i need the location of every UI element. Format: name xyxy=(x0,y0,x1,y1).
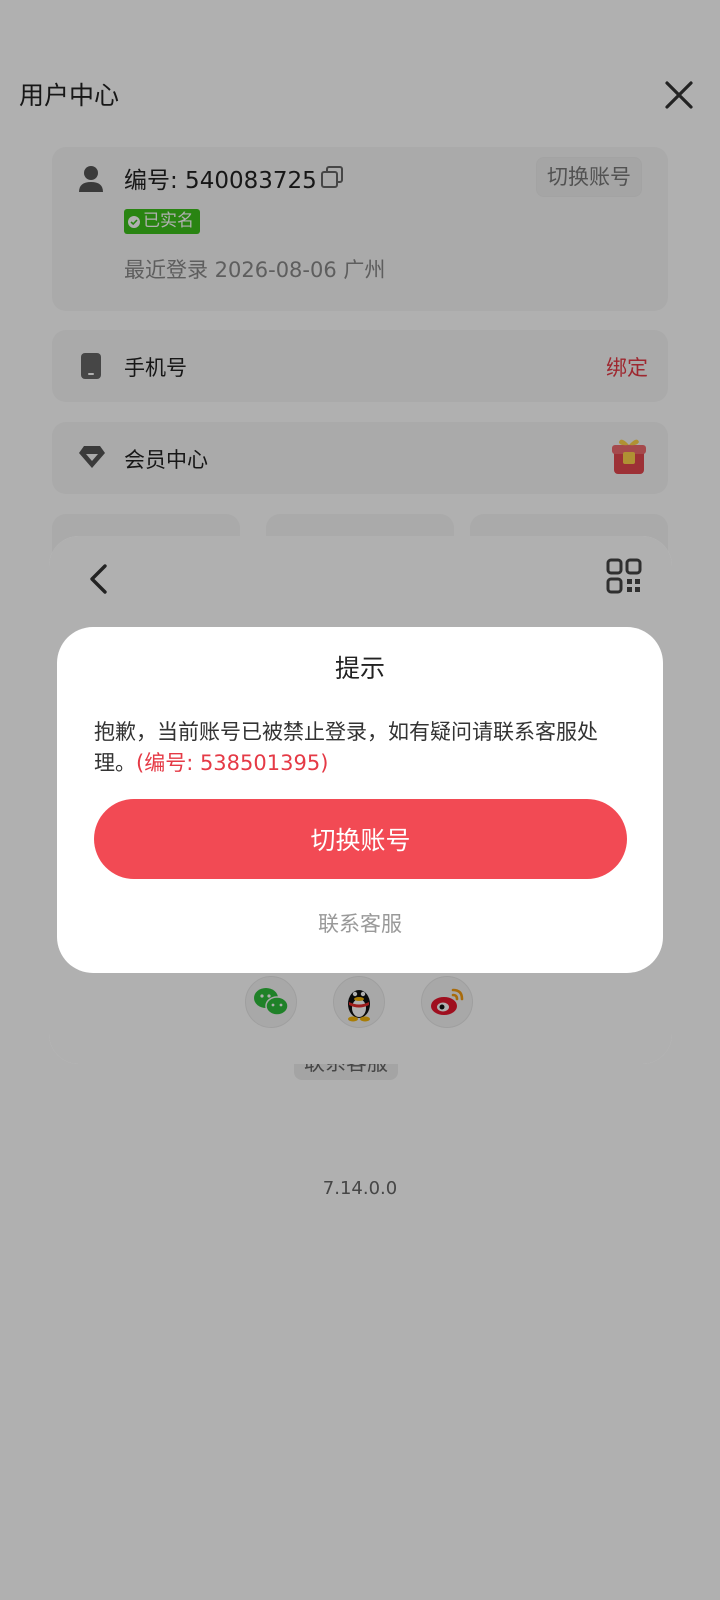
wechat-icon xyxy=(254,988,289,1016)
dialog-title: 提示 xyxy=(334,654,385,683)
wechat-login-button[interactable] xyxy=(245,976,297,1028)
weibo-icon xyxy=(431,988,464,1015)
contact-service-link[interactable]: 联系客服 xyxy=(57,908,663,938)
weibo-login-button[interactable] xyxy=(421,976,473,1028)
dialog-message: 抱歉，当前账号已被禁止登录，如有疑问请联系客服处理。(编号: 538501395… xyxy=(94,717,634,779)
dialog-account-code: (编号: 538501395) xyxy=(136,751,329,775)
qq-login-button[interactable] xyxy=(333,976,385,1028)
switch-account-primary-button[interactable]: 切换账号 xyxy=(94,799,627,879)
chevron-left-icon[interactable] xyxy=(85,562,113,596)
qq-icon xyxy=(348,990,370,1022)
qr-code-icon[interactable] xyxy=(606,558,642,594)
alert-dialog: 提示 抱歉，当前账号已被禁止登录，如有疑问请联系客服处理。(编号: 538501… xyxy=(57,627,663,973)
